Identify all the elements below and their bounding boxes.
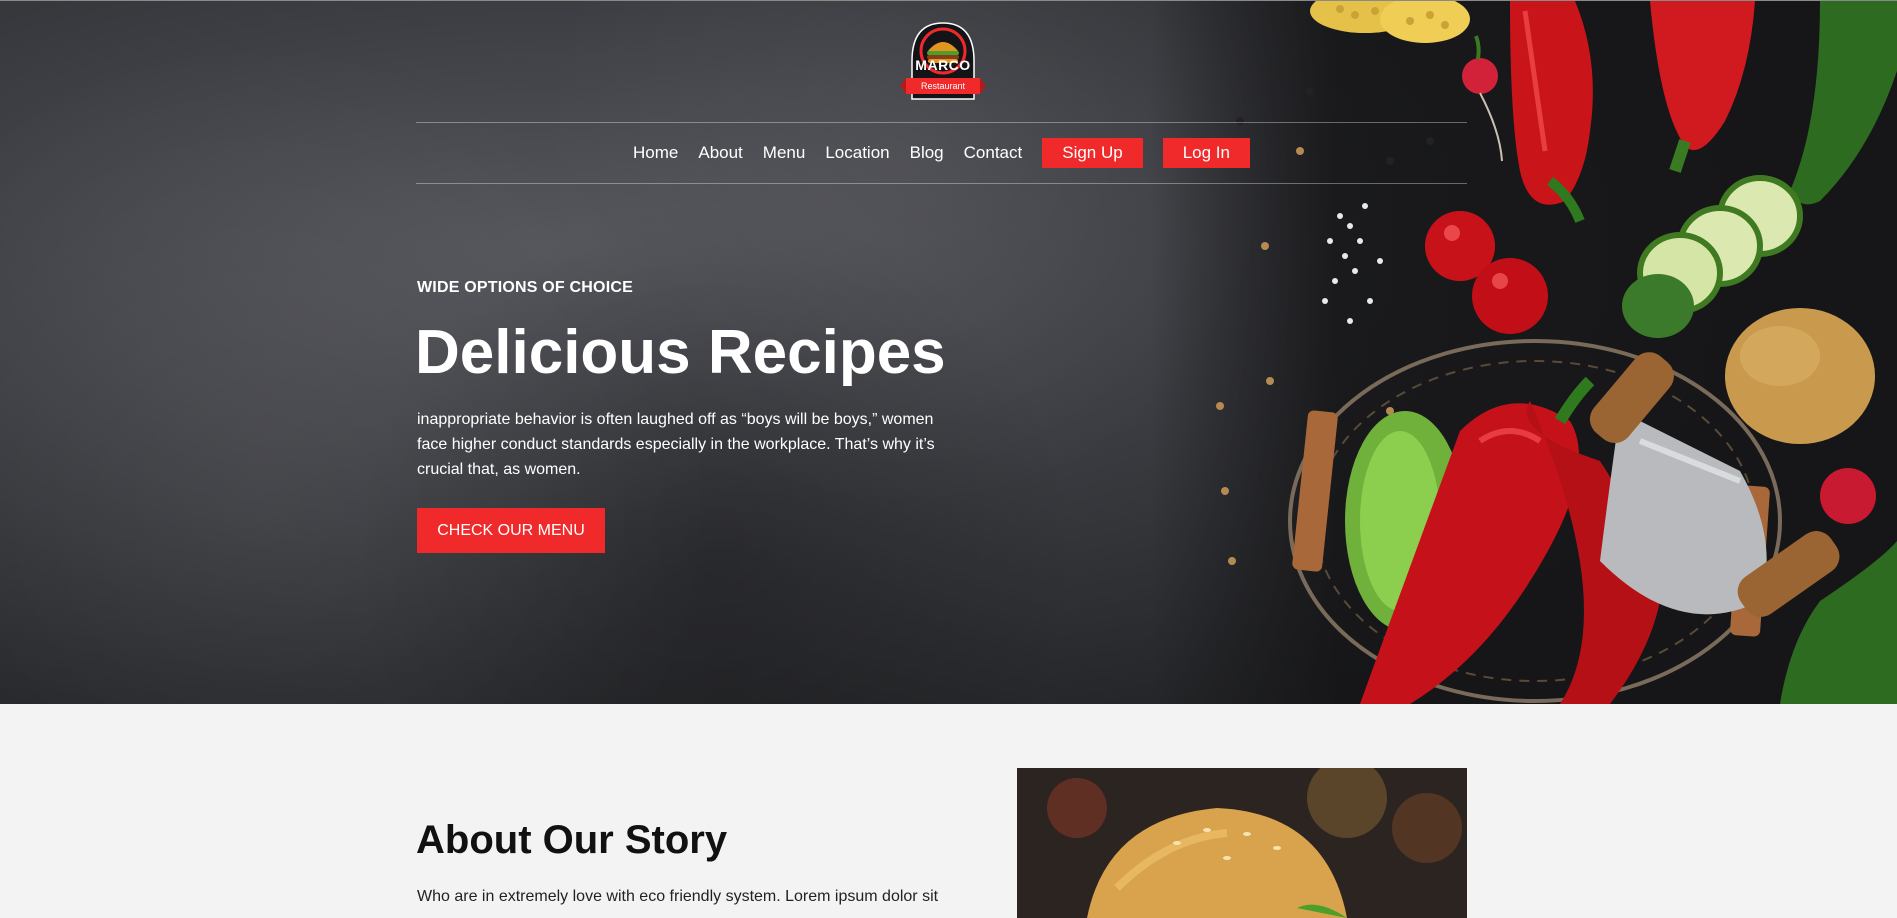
hero-title: Delicious Recipes xyxy=(415,318,946,387)
nav-contact[interactable]: Contact xyxy=(964,143,1023,163)
nav-home[interactable]: Home xyxy=(633,143,678,163)
potato-icon xyxy=(1725,308,1875,444)
nav-location[interactable]: Location xyxy=(825,143,889,163)
vegetables-illustration xyxy=(1216,1,1897,704)
nav-menu[interactable]: Menu xyxy=(763,143,806,163)
about-title: About Our Story xyxy=(416,818,728,862)
salt-icon xyxy=(1322,203,1383,324)
hero-eyebrow: WIDE OPTIONS OF CHOICE xyxy=(417,279,633,296)
check-menu-button[interactable]: CHECK OUR MENU xyxy=(417,508,605,553)
tomato-icon xyxy=(1425,211,1548,334)
login-button[interactable]: Log In xyxy=(1162,138,1250,168)
brand-name: MARCO xyxy=(915,57,971,73)
red-pepper-icon xyxy=(1510,1,1593,223)
hero-description: inappropriate behavior is often laughed … xyxy=(417,411,935,478)
radish-icon xyxy=(1462,35,1503,162)
brand-tagline: Restaurant xyxy=(920,81,966,91)
nav-blog[interactable]: Blog xyxy=(910,143,944,163)
about-text: Who are in extremely love with eco frien… xyxy=(417,888,939,905)
burger-photo xyxy=(1017,768,1467,918)
main-nav: Home About Menu Location Blog Contact Si… xyxy=(416,123,1467,183)
hero-section: MARCO Restaurant Home About Menu Locatio… xyxy=(0,0,1897,704)
signup-button[interactable]: Sign Up xyxy=(1042,138,1143,168)
radish-icon-2 xyxy=(1820,468,1876,524)
corn-icon xyxy=(1310,1,1470,43)
nav-about[interactable]: About xyxy=(698,143,742,163)
nav-bottom-divider xyxy=(416,183,1467,184)
red-pepper-icon-2 xyxy=(1650,1,1755,173)
